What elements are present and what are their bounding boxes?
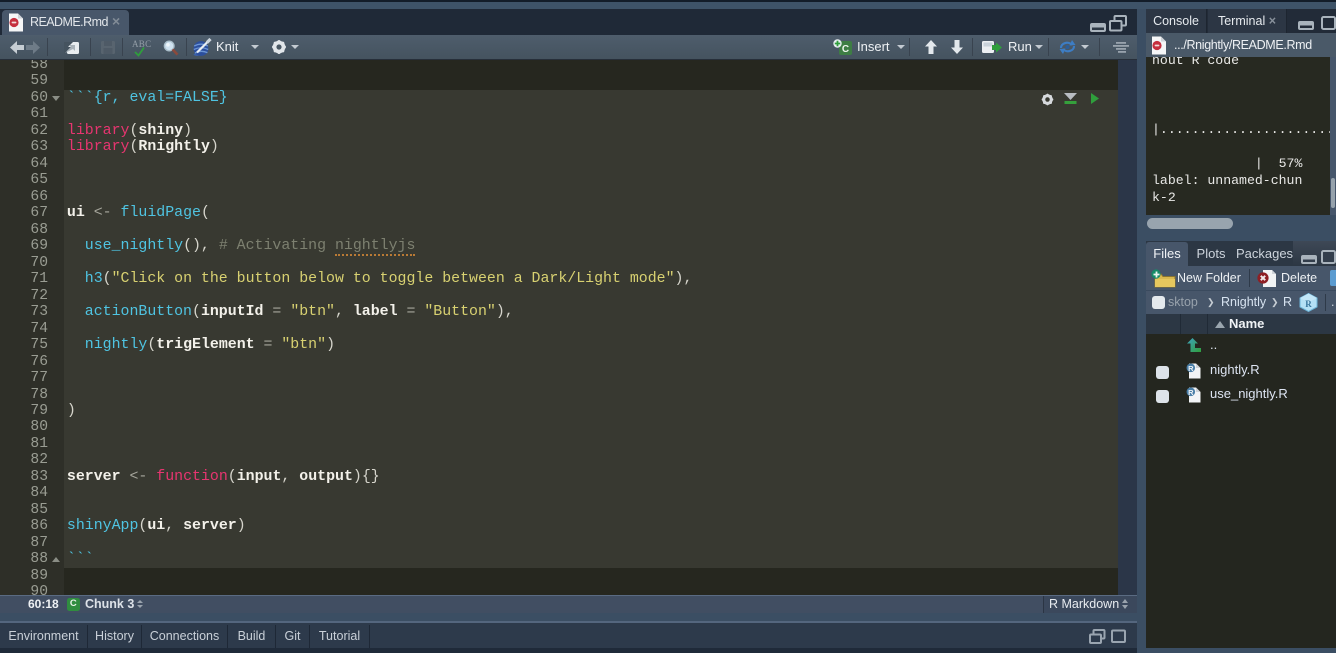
svg-text:R: R (1305, 299, 1312, 309)
svg-text:R: R (1188, 388, 1194, 397)
svg-text:R: R (1188, 364, 1194, 373)
svg-text:C: C (842, 44, 849, 55)
